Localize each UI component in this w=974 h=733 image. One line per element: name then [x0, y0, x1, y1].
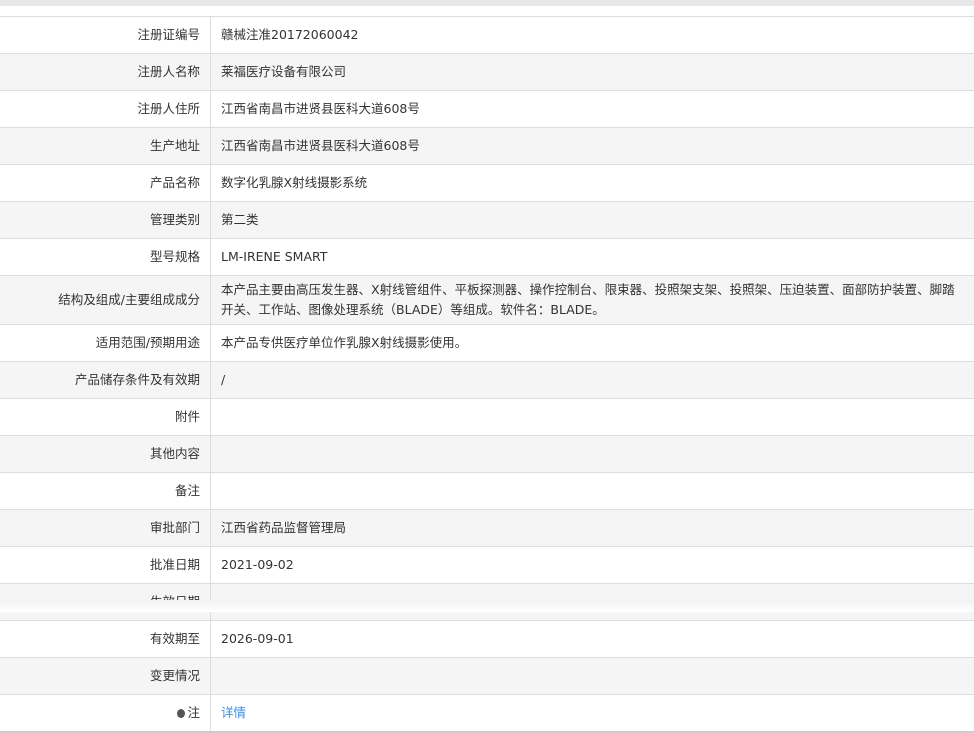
row-label: 产品储存条件及有效期	[0, 362, 211, 399]
row-value: LM-IRENE SMART	[211, 239, 974, 276]
row-value: 赣械注准20172060042	[211, 17, 974, 54]
row-label: 其他内容	[0, 436, 211, 473]
table-row: 型号规格LM-IRENE SMART	[0, 239, 974, 276]
row-value	[211, 436, 974, 473]
row-value: 江西省药品监督管理局	[211, 510, 974, 547]
table-row: 适用范围/预期用途本产品专供医疗单位作乳腺X射线摄影使用。	[0, 325, 974, 362]
row-label: 型号规格	[0, 239, 211, 276]
note-label: 注	[187, 705, 200, 720]
row-label: 有效期至	[0, 621, 211, 658]
row-value: 本产品专供医疗单位作乳腺X射线摄影使用。	[211, 325, 974, 362]
row-value: /	[211, 362, 974, 399]
row-label: 管理类别	[0, 202, 211, 239]
row-label: 产品名称	[0, 165, 211, 202]
row-label: 批准日期	[0, 547, 211, 584]
table-row: 产品名称数字化乳腺X射线摄影系统	[0, 165, 974, 202]
row-value: 江西省南昌市进贤县医科大道608号	[211, 91, 974, 128]
table-row: 审批部门江西省药品监督管理局	[0, 510, 974, 547]
row-label: 生产地址	[0, 128, 211, 165]
table-row: 注册人名称莱福医疗设备有限公司	[0, 54, 974, 91]
row-label: 结构及组成/主要组成成分	[0, 276, 211, 325]
row-label: 注册证编号	[0, 17, 211, 54]
table-row: 其他内容	[0, 436, 974, 473]
row-value: 2026-09-01	[211, 621, 974, 658]
table-row: 结构及组成/主要组成成分本产品主要由高压发生器、X射线管组件、平板探测器、操作控…	[0, 276, 974, 325]
row-value: 莱福医疗设备有限公司	[211, 54, 974, 91]
row-value	[211, 473, 974, 510]
table-row-note: 注 详情	[0, 695, 974, 733]
row-label: 变更情况	[0, 658, 211, 695]
row-value: 2021-09-02	[211, 547, 974, 584]
table-row: 生产地址江西省南昌市进贤县医科大道608号	[0, 128, 974, 165]
registration-detail-table: 注册证编号赣械注准20172060042注册人名称莱福医疗设备有限公司注册人住所…	[0, 16, 974, 733]
row-label: 注册人名称	[0, 54, 211, 91]
table-row: 批准日期2021-09-02	[0, 547, 974, 584]
table-row: 附件	[0, 399, 974, 436]
table-row: 产品储存条件及有效期/	[0, 362, 974, 399]
table-row: 备注	[0, 473, 974, 510]
footer-shadow	[0, 600, 974, 612]
row-value	[211, 658, 974, 695]
row-label: 审批部门	[0, 510, 211, 547]
row-value: 本产品主要由高压发生器、X射线管组件、平板探测器、操作控制台、限束器、投照架支架…	[211, 276, 974, 325]
details-link[interactable]: 详情	[221, 705, 246, 720]
row-label: 适用范围/预期用途	[0, 325, 211, 362]
table-row: 管理类别第二类	[0, 202, 974, 239]
table-row: 注册人住所江西省南昌市进贤县医科大道608号	[0, 91, 974, 128]
row-label: 附件	[0, 399, 211, 436]
table-row: 注册证编号赣械注准20172060042	[0, 17, 974, 54]
row-label: 注册人住所	[0, 91, 211, 128]
row-label: 备注	[0, 473, 211, 510]
row-value	[211, 399, 974, 436]
row-value: 第二类	[211, 202, 974, 239]
table-row: 有效期至2026-09-01	[0, 621, 974, 658]
table-row: 变更情况	[0, 658, 974, 695]
row-label: 注	[0, 695, 211, 733]
row-value: 数字化乳腺X射线摄影系统	[211, 165, 974, 202]
row-value: 江西省南昌市进贤县医科大道608号	[211, 128, 974, 165]
lightbulb-icon	[177, 709, 185, 718]
top-bar	[0, 0, 974, 6]
